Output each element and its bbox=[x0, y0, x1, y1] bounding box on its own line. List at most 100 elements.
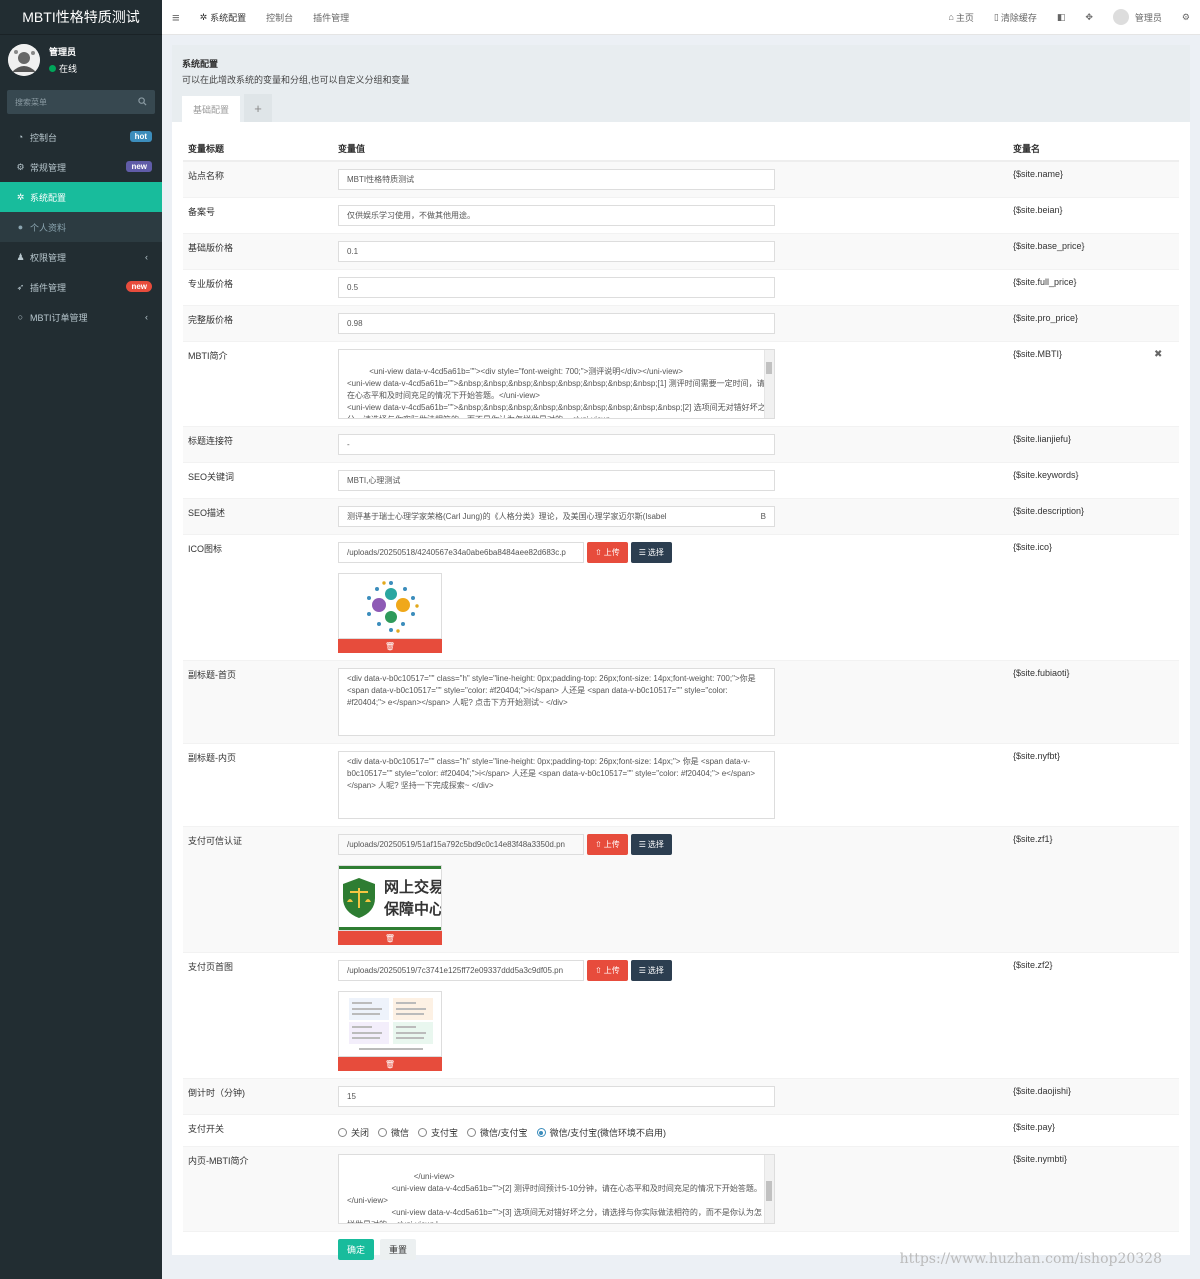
sidebar-item-plugins[interactable]: ➶ 插件管理 new bbox=[0, 272, 162, 302]
mbti-intro-textarea[interactable]: <uni-view data-v-4cd5a61b=""><div style=… bbox=[338, 349, 775, 419]
title-separator-input[interactable]: - bbox=[338, 434, 775, 455]
upload-button[interactable]: ⇧ 上传 bbox=[587, 834, 628, 855]
table-row: 备案号 仅供娱乐学习使用，不做其他用途。 {$site.beian} bbox=[183, 197, 1179, 234]
table-row: 内页-MBTI简介 </uni-view> <uni-view data-v-4… bbox=[183, 1146, 1179, 1232]
fullscreen-icon[interactable]: ✥ bbox=[1075, 0, 1103, 35]
ico-path-input[interactable]: /uploads/20250518/4240567e34a0abe6ba8484… bbox=[338, 542, 584, 563]
inner-mbti-intro-textarea[interactable]: </uni-view> <uni-view data-v-4cd5a61b=""… bbox=[338, 1154, 775, 1224]
settings-gear-icon[interactable]: ⚙ bbox=[1172, 0, 1200, 35]
pay-radio-both[interactable]: 微信/支付宝 bbox=[467, 1126, 528, 1139]
upload-icon: ⇧ bbox=[595, 548, 602, 557]
upload-icon: ⇧ bbox=[595, 966, 602, 975]
sidebar-item-mbti-orders[interactable]: ○ MBTI订单管理 ‹ bbox=[0, 302, 162, 332]
subtitle-inner-textarea[interactable]: <div data-v-b0c10517="" class="h" style=… bbox=[338, 751, 775, 819]
dashboard-icon: ◔ bbox=[17, 132, 24, 142]
sidebar-toggle-icon[interactable]: ≡ bbox=[162, 0, 190, 35]
shield-icon bbox=[343, 878, 375, 918]
sidebar: MBTI性格特质测试 管理员 在线 搜索菜单 ◔ 控制台 hot ⚙ 常规管理 … bbox=[0, 0, 162, 1279]
tab-basic-config[interactable]: 基础配置 bbox=[182, 94, 240, 122]
site-name-input[interactable]: MBTI性格特质测试 bbox=[338, 169, 775, 190]
add-tab-button[interactable]: + bbox=[244, 94, 272, 122]
online-dot-icon bbox=[49, 65, 56, 72]
full-price-input[interactable]: 0.5 bbox=[338, 277, 775, 298]
trust-cert-preview-image: 网上交易 保障中心 bbox=[338, 865, 442, 931]
watermark: https://www.huzhan.com/ishop20328 bbox=[899, 1251, 1162, 1267]
pay-radio-both-no-wechat-env[interactable]: 微信/支付宝(微信环境不启用) bbox=[536, 1126, 666, 1139]
pay-radio-wechat[interactable]: 微信 bbox=[378, 1126, 409, 1139]
seo-description-input[interactable]: 测评基于瑞士心理学家荣格(Carl Jung)的《人格分类》理论，及美国心理学家… bbox=[338, 506, 775, 527]
select-button[interactable]: ☰ 选择 bbox=[630, 834, 672, 855]
table-row: 副标题-内页 <div data-v-b0c10517="" class="h"… bbox=[183, 743, 1179, 827]
page-subtitle: 可以在此增改系统的变量和分组,也可以自定义分组和变量 bbox=[182, 75, 410, 85]
chevron-left-icon: ‹ bbox=[145, 252, 148, 262]
sidebar-item-general[interactable]: ⚙ 常规管理 new bbox=[0, 152, 162, 182]
close-icon[interactable]: ✖ bbox=[1154, 349, 1162, 360]
select-button[interactable]: ☰ 选择 bbox=[630, 960, 672, 981]
gear-icon: ✲ bbox=[199, 11, 208, 22]
confirm-button[interactable]: 确定 bbox=[338, 1239, 375, 1260]
table-row: MBTI简介 <uni-view data-v-4cd5a61b=""><div… bbox=[183, 341, 1179, 427]
app-title[interactable]: MBTI性格特质测试 bbox=[0, 0, 162, 35]
nav-tab-dashboard[interactable]: 控制台 bbox=[256, 0, 303, 35]
pay-radio-off[interactable]: 关闭 bbox=[338, 1126, 369, 1139]
table-row: 基础版价格 0.1 {$site.base_price} bbox=[183, 233, 1179, 270]
pay-switch-group: 关闭 微信 支付宝 微信/支付宝 微信/支付宝(微信环境不启用) bbox=[338, 1126, 1003, 1139]
pro-price-input[interactable]: 0.98 bbox=[338, 313, 775, 334]
trust-cert-path-input[interactable]: /uploads/20250519/51af15a792c5bd9c0c14e8… bbox=[338, 834, 584, 855]
avatar bbox=[8, 44, 40, 76]
pay-banner-preview-image bbox=[338, 991, 442, 1057]
upload-button[interactable]: ⇧ 上传 bbox=[587, 542, 628, 563]
menu-search-input[interactable]: 搜索菜单 bbox=[7, 90, 155, 114]
subtitle-home-textarea[interactable]: <div data-v-b0c10517="" class="h" style=… bbox=[338, 668, 775, 736]
reset-button[interactable]: 重置 bbox=[380, 1239, 417, 1260]
upload-icon: ⇧ bbox=[595, 840, 602, 849]
user-panel: 管理员 在线 bbox=[0, 35, 162, 85]
sidebar-item-profile[interactable]: ● 个人资料 bbox=[0, 212, 162, 242]
home-icon: ⌂ bbox=[948, 12, 954, 22]
delete-image-button[interactable]: 🗑 bbox=[338, 639, 442, 653]
group-icon: ♟ bbox=[16, 251, 25, 262]
language-icon[interactable]: ◧ bbox=[1047, 0, 1076, 35]
list-icon: ☰ bbox=[638, 548, 646, 557]
countdown-input[interactable]: 15 bbox=[338, 1086, 775, 1107]
sidebar-item-auth[interactable]: ♟ 权限管理 ‹ bbox=[0, 242, 162, 272]
search-icon[interactable] bbox=[138, 96, 147, 108]
beian-input[interactable]: 仅供娱乐学习使用，不做其他用途。 bbox=[338, 205, 775, 226]
upload-button[interactable]: ⇧ 上传 bbox=[587, 960, 628, 981]
base-price-input[interactable]: 0.1 bbox=[338, 241, 775, 262]
seo-keywords-input[interactable]: MBTI,心理测试 bbox=[338, 470, 775, 491]
top-navbar: ≡ ✲ 系统配置 控制台 插件管理 ⌂ 主页 ▯ 清除缓存 ◧ ✥ 管理员 ⚙ bbox=[162, 0, 1200, 35]
select-button[interactable]: ☰ 选择 bbox=[630, 542, 672, 563]
table-row: SEO描述 测评基于瑞士心理学家荣格(Carl Jung)的《人格分类》理论，及… bbox=[183, 498, 1179, 535]
textarea-scrollbar[interactable] bbox=[764, 350, 774, 418]
column-header-value: 变量值 bbox=[333, 135, 783, 162]
new-badge: new bbox=[126, 161, 152, 172]
user-name: 管理员 bbox=[49, 47, 77, 57]
circle-icon: ○ bbox=[17, 312, 24, 322]
textarea-scrollbar[interactable] bbox=[764, 1155, 774, 1223]
pay-banner-path-input[interactable]: /uploads/20250519/7c3741e125ff72e09337dd… bbox=[338, 960, 584, 981]
table-row: 专业版价格 0.5 {$site.full_price} bbox=[183, 269, 1179, 306]
sidebar-item-config[interactable]: ✲ 系统配置 bbox=[0, 182, 162, 212]
home-link[interactable]: ⌂ 主页 bbox=[938, 0, 983, 35]
clear-cache-button[interactable]: ▯ 清除缓存 bbox=[984, 0, 1047, 35]
user-menu[interactable]: 管理员 bbox=[1103, 0, 1172, 35]
cogs-icon: ⚙ bbox=[16, 161, 25, 172]
pay-radio-alipay[interactable]: 支付宝 bbox=[418, 1126, 458, 1139]
nav-tab-config[interactable]: ✲ 系统配置 bbox=[190, 0, 257, 35]
table-row: 支付开关 关闭 微信 支付宝 微信/支付宝 微信/支付宝(微信环境不启用) {$… bbox=[183, 1114, 1179, 1147]
nav-tab-plugins[interactable]: 插件管理 bbox=[303, 0, 359, 35]
delete-image-button[interactable]: 🗑 bbox=[338, 1057, 442, 1071]
page-title: 系统配置 bbox=[182, 59, 219, 69]
table-row: SEO关键词 MBTI,心理测试 {$site.keywords} bbox=[183, 462, 1179, 499]
delete-image-button[interactable]: 🗑 bbox=[338, 931, 442, 945]
table-row: 完整版价格 0.98 {$site.pro_price} bbox=[183, 305, 1179, 342]
table-row: 副标题-首页 <div data-v-b0c10517="" class="h"… bbox=[183, 660, 1179, 744]
gear-icon: ✲ bbox=[16, 191, 25, 202]
list-icon: ☰ bbox=[638, 966, 646, 975]
config-table: 变量标题 变量值 变量名 站点名称 MBTI性格特质测试 {$site.name… bbox=[183, 135, 1179, 1267]
sidebar-item-dashboard[interactable]: ◔ 控制台 hot bbox=[0, 122, 162, 152]
table-row: 倒计时（分钟) 15 {$site.daojishi} bbox=[183, 1078, 1179, 1115]
panel-heading: 系统配置 可以在此增改系统的变量和分组,也可以自定义分组和变量 基础配置 + bbox=[172, 45, 1190, 122]
table-row: ICO图标 /uploads/20250518/4240567e34a0abe6… bbox=[183, 534, 1179, 661]
